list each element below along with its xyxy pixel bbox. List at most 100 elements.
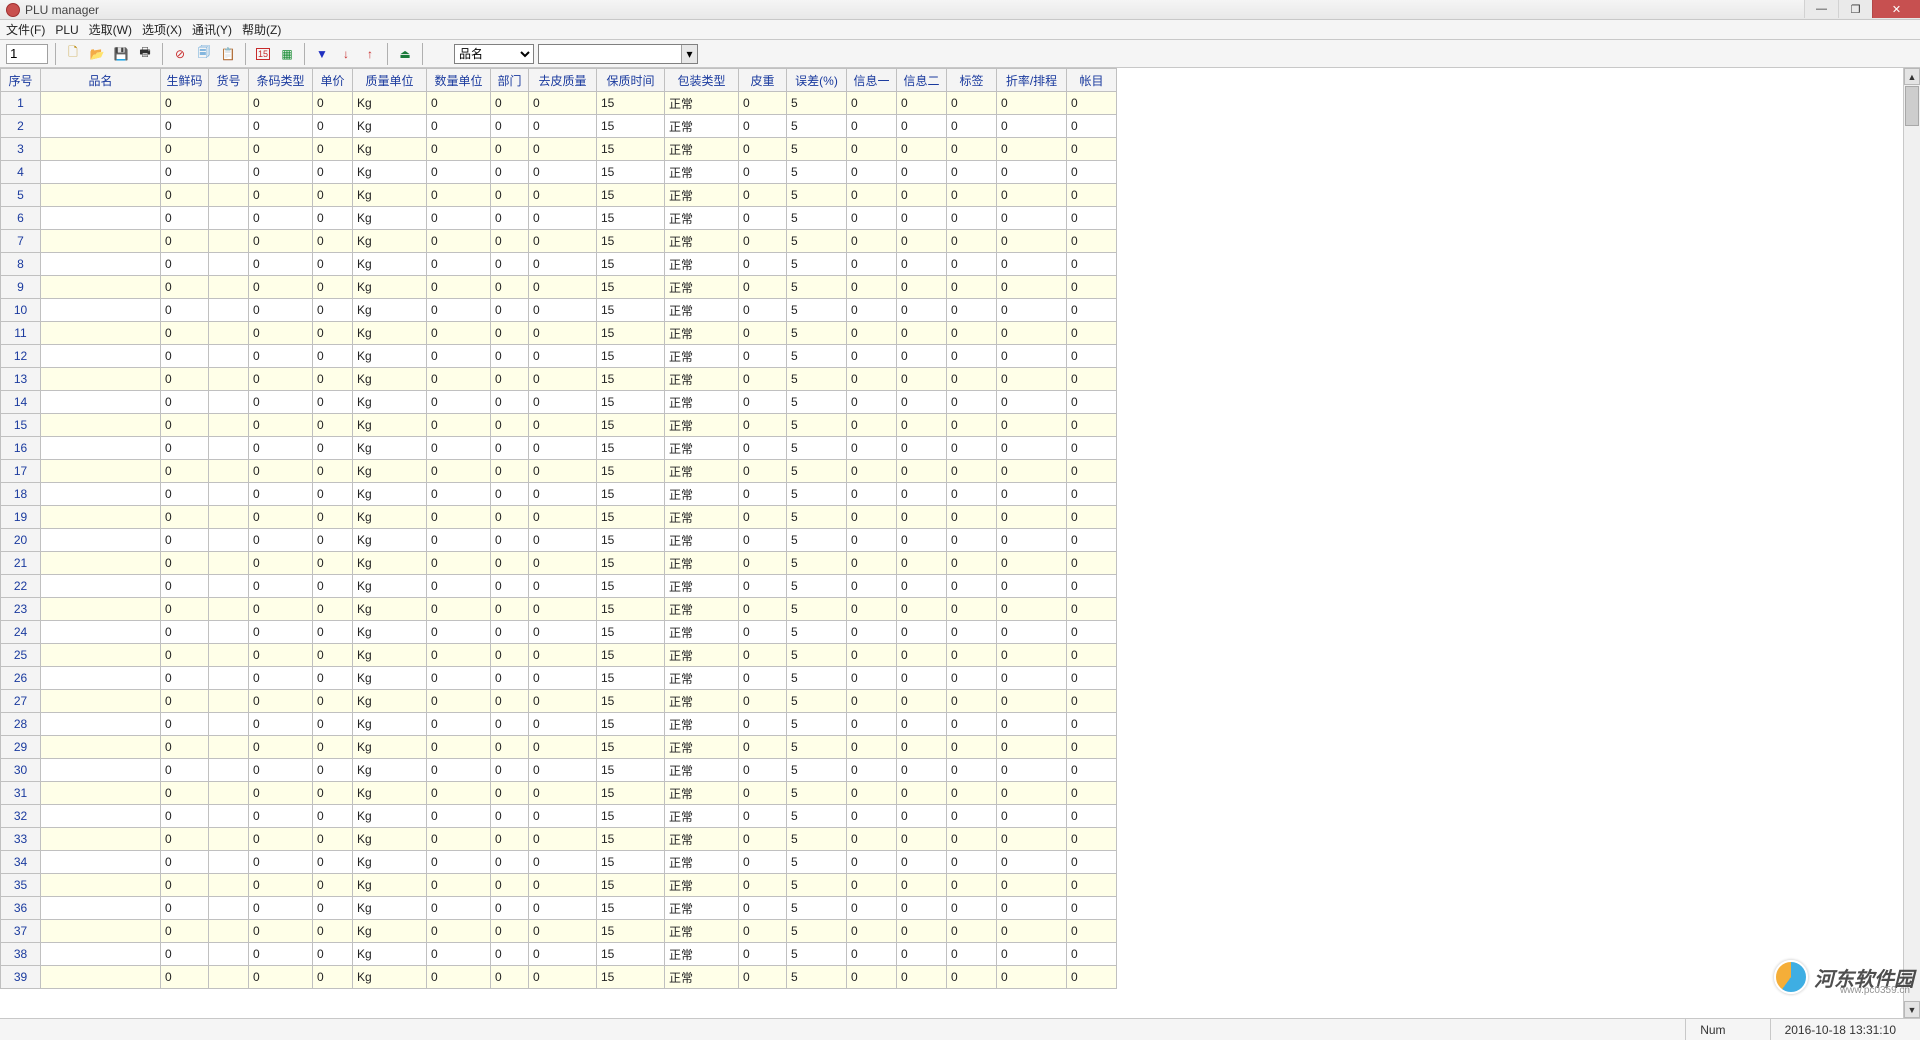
cell-disc[interactable]: 0: [997, 851, 1067, 874]
cell-name[interactable]: [41, 575, 161, 598]
table-row[interactable]: 23000Kg00015正常0500000: [1, 598, 1117, 621]
cell-dept[interactable]: 0: [491, 943, 529, 966]
cell-disc[interactable]: 0: [997, 391, 1067, 414]
cell-i2[interactable]: 0: [897, 460, 947, 483]
cell-dept[interactable]: 0: [491, 276, 529, 299]
cell-disc[interactable]: 0: [997, 759, 1067, 782]
cell-name[interactable]: [41, 322, 161, 345]
cell-i1[interactable]: 0: [847, 322, 897, 345]
cell-shelf[interactable]: 15: [597, 690, 665, 713]
cell-sku[interactable]: [209, 230, 249, 253]
table-row[interactable]: 6000Kg00015正常0500000: [1, 207, 1117, 230]
cell-shelf[interactable]: 15: [597, 897, 665, 920]
cell-price[interactable]: 0: [313, 483, 353, 506]
cell-pack[interactable]: 正常: [665, 345, 739, 368]
cell-tare[interactable]: 0: [529, 943, 597, 966]
table-row[interactable]: 19000Kg00015正常0500000: [1, 506, 1117, 529]
cell-tare[interactable]: 0: [529, 345, 597, 368]
cell-shelf[interactable]: 15: [597, 115, 665, 138]
cell-disc[interactable]: 0: [997, 529, 1067, 552]
cell-massu[interactable]: Kg: [353, 483, 427, 506]
cell-dept[interactable]: 0: [491, 368, 529, 391]
cell-fresh[interactable]: 0: [161, 598, 209, 621]
cell-tag[interactable]: 0: [947, 230, 997, 253]
table-row[interactable]: 33000Kg00015正常0500000: [1, 828, 1117, 851]
cell-barcode[interactable]: 0: [249, 230, 313, 253]
cell-pwt[interactable]: 0: [739, 943, 787, 966]
table-row[interactable]: 28000Kg00015正常0500000: [1, 713, 1117, 736]
cell-qtyu[interactable]: 0: [427, 782, 491, 805]
cell-dept[interactable]: 0: [491, 874, 529, 897]
cell-price[interactable]: 0: [313, 851, 353, 874]
cell-seq[interactable]: 5: [1, 184, 41, 207]
cell-price[interactable]: 0: [313, 276, 353, 299]
cell-barcode[interactable]: 0: [249, 552, 313, 575]
cell-acct[interactable]: 0: [1067, 529, 1117, 552]
cell-disc[interactable]: 0: [997, 575, 1067, 598]
cell-seq[interactable]: 37: [1, 920, 41, 943]
cell-err[interactable]: 5: [787, 759, 847, 782]
cell-barcode[interactable]: 0: [249, 690, 313, 713]
cell-barcode[interactable]: 0: [249, 276, 313, 299]
menu-select[interactable]: 选取(W): [89, 21, 132, 38]
cell-barcode[interactable]: 0: [249, 943, 313, 966]
cell-seq[interactable]: 9: [1, 276, 41, 299]
cell-barcode[interactable]: 0: [249, 966, 313, 989]
cell-pack[interactable]: 正常: [665, 184, 739, 207]
cell-shelf[interactable]: 15: [597, 759, 665, 782]
cell-seq[interactable]: 12: [1, 345, 41, 368]
cell-i1[interactable]: 0: [847, 299, 897, 322]
cell-err[interactable]: 5: [787, 506, 847, 529]
cell-barcode[interactable]: 0: [249, 920, 313, 943]
cell-tare[interactable]: 0: [529, 506, 597, 529]
menu-comm[interactable]: 通讯(Y): [192, 21, 232, 38]
cell-pwt[interactable]: 0: [739, 437, 787, 460]
cell-sku[interactable]: [209, 299, 249, 322]
cell-disc[interactable]: 0: [997, 621, 1067, 644]
menu-options[interactable]: 选项(X): [142, 21, 182, 38]
cell-seq[interactable]: 17: [1, 460, 41, 483]
cell-pwt[interactable]: 0: [739, 184, 787, 207]
cell-err[interactable]: 5: [787, 391, 847, 414]
cell-err[interactable]: 5: [787, 920, 847, 943]
exit-icon[interactable]: ⏏: [395, 44, 415, 64]
table-row[interactable]: 10000Kg00015正常0500000: [1, 299, 1117, 322]
cell-pwt[interactable]: 0: [739, 828, 787, 851]
cell-price[interactable]: 0: [313, 782, 353, 805]
table-row[interactable]: 38000Kg00015正常0500000: [1, 943, 1117, 966]
cell-err[interactable]: 5: [787, 483, 847, 506]
cell-tare[interactable]: 0: [529, 644, 597, 667]
cell-fresh[interactable]: 0: [161, 391, 209, 414]
cell-dept[interactable]: 0: [491, 736, 529, 759]
table-row[interactable]: 34000Kg00015正常0500000: [1, 851, 1117, 874]
cell-dept[interactable]: 0: [491, 161, 529, 184]
cell-disc[interactable]: 0: [997, 782, 1067, 805]
cell-disc[interactable]: 0: [997, 138, 1067, 161]
cell-price[interactable]: 0: [313, 184, 353, 207]
cell-sku[interactable]: [209, 460, 249, 483]
cell-seq[interactable]: 27: [1, 690, 41, 713]
cell-tare[interactable]: 0: [529, 92, 597, 115]
cell-price[interactable]: 0: [313, 667, 353, 690]
cell-dept[interactable]: 0: [491, 437, 529, 460]
table-row[interactable]: 8000Kg00015正常0500000: [1, 253, 1117, 276]
cell-price[interactable]: 0: [313, 828, 353, 851]
cell-sku[interactable]: [209, 966, 249, 989]
cell-pack[interactable]: 正常: [665, 138, 739, 161]
cell-massu[interactable]: Kg: [353, 759, 427, 782]
cell-tag[interactable]: 0: [947, 552, 997, 575]
cell-i2[interactable]: 0: [897, 207, 947, 230]
cell-tag[interactable]: 0: [947, 207, 997, 230]
cell-i2[interactable]: 0: [897, 322, 947, 345]
cell-barcode[interactable]: 0: [249, 391, 313, 414]
table-row[interactable]: 2000Kg00015正常0500000: [1, 115, 1117, 138]
cell-seq[interactable]: 22: [1, 575, 41, 598]
cell-qtyu[interactable]: 0: [427, 920, 491, 943]
cell-tag[interactable]: 0: [947, 460, 997, 483]
cell-tag[interactable]: 0: [947, 506, 997, 529]
cell-sku[interactable]: [209, 253, 249, 276]
cell-i2[interactable]: 0: [897, 138, 947, 161]
cell-tare[interactable]: 0: [529, 391, 597, 414]
cell-shelf[interactable]: 15: [597, 851, 665, 874]
cell-massu[interactable]: Kg: [353, 92, 427, 115]
